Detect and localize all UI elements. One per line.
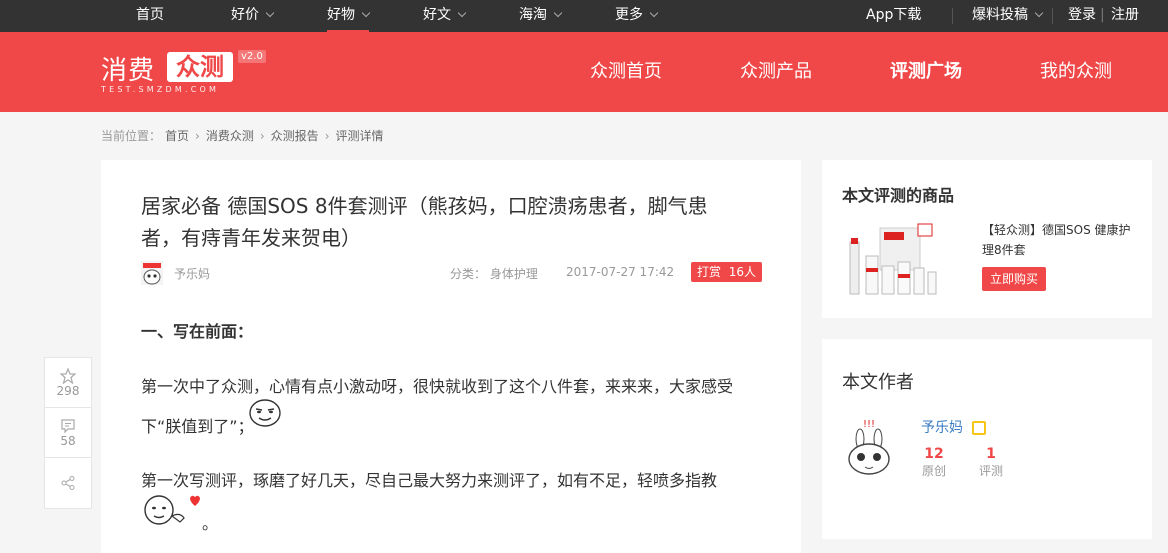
topnav-haitao[interactable]: 海淘: [519, 0, 563, 32]
author-card: 本文作者 !!! 予乐妈 12 原创 1 评测: [822, 339, 1152, 539]
comment-button[interactable]: 58: [45, 408, 91, 458]
divider: [952, 8, 953, 24]
chevron-down-icon: [265, 8, 275, 18]
original-count-stat[interactable]: 12 原创: [922, 445, 946, 479]
share-button[interactable]: [45, 458, 91, 508]
article-title: 居家必备 德国SOS 8件套测评（熊孩妈，口腔溃疡患者，脚气患者，有痔青年发来贺…: [141, 194, 708, 250]
topnav-home[interactable]: 首页: [136, 0, 164, 32]
author-name[interactable]: 予乐妈: [174, 265, 210, 282]
author-avatar-large[interactable]: !!!: [842, 415, 896, 477]
chevron-down-icon: [361, 8, 371, 18]
divider: |: [1100, 7, 1105, 23]
breadcrumb: 当前位置： 首页 › 消费众测 › 众测报告 › 评测详情: [101, 127, 384, 144]
divider: [1052, 8, 1053, 24]
side-toolbar: 298 58: [44, 357, 92, 509]
buy-now-button[interactable]: 立即购买: [982, 267, 1046, 291]
author-card-title: 本文作者: [842, 372, 914, 393]
topnav-goods[interactable]: 好物: [327, 0, 371, 32]
chevron-right-icon: ›: [259, 128, 265, 143]
chevron-down-icon: [553, 8, 563, 18]
author-name-link[interactable]: 予乐妈: [921, 417, 963, 437]
article-meta: 予乐妈 分类： 身体护理 2017-07-27 17:42 打赏 16人: [141, 261, 762, 285]
chevron-right-icon: ›: [195, 128, 200, 143]
review-count-stat[interactable]: 1 评测: [979, 445, 1003, 479]
star-icon: [60, 367, 76, 384]
author-badge-icon: [972, 421, 986, 435]
submit-tip-link[interactable]: 爆料投稿: [972, 0, 1044, 32]
publish-date: 2017-07-27 17:42: [566, 265, 675, 279]
comment-icon: [61, 418, 75, 433]
paragraph-line: 第一次中了众测，心情有点小激动呀，很快就收到了这个八件套，来来来，大家感受: [141, 377, 734, 396]
breadcrumb-current: 评测详情: [335, 129, 384, 143]
product-image[interactable]: [846, 222, 941, 298]
paragraph-end: 。: [202, 514, 219, 533]
favorite-button[interactable]: 298: [45, 358, 91, 408]
reward-button[interactable]: 打赏 16人: [691, 262, 762, 282]
login-link[interactable]: 登录: [1068, 0, 1096, 32]
share-icon: [61, 476, 75, 490]
nav-my-zhongce[interactable]: 我的众测: [1040, 32, 1112, 112]
smug-face-emoji: [249, 399, 281, 427]
nav-zhongce-products[interactable]: 众测产品: [740, 32, 812, 112]
topnav-deals[interactable]: 好价: [231, 0, 275, 32]
chevron-down-icon: [1034, 8, 1044, 18]
nav-zhongce-home[interactable]: 众测首页: [590, 32, 662, 112]
article-card: 居家必备 德国SOS 8件套测评（熊孩妈，口腔溃疡患者，脚气患者，有痔青年发来贺…: [101, 160, 801, 553]
product-card: 本文评测的商品 【轻众测】德国SOS 健康护理8件套 立即购买: [822, 160, 1152, 318]
author-avatar[interactable]: [141, 261, 163, 285]
nav-review-square[interactable]: 评测广场: [890, 32, 962, 112]
breadcrumb-reports[interactable]: 众测报告: [271, 127, 319, 144]
app-download-link[interactable]: App下载: [866, 0, 921, 32]
product-name[interactable]: 【轻众测】德国SOS 健康护理8件套: [982, 220, 1142, 260]
top-bar: 首页 好价 好物 好文 海淘 更多 App下载 爆料投稿 登录 | 注册: [0, 0, 1168, 32]
register-link[interactable]: 注册: [1111, 0, 1139, 32]
topnav-articles[interactable]: 好文: [423, 0, 467, 32]
chevron-down-icon: [649, 8, 659, 18]
svg-text:!!!: !!!: [863, 419, 875, 430]
topnav-more[interactable]: 更多: [615, 0, 659, 32]
product-card-title: 本文评测的商品: [842, 186, 955, 205]
paragraph-line: 第一次写测评，琢磨了好几天，尽自己最大努力来测评了，如有不足，轻喷多指教: [141, 471, 718, 490]
chevron-down-icon: [457, 8, 467, 18]
paragraph-line: 下“朕值到了”；: [141, 417, 254, 436]
breadcrumb-zhongce[interactable]: 消费众测: [206, 127, 254, 144]
breadcrumb-home[interactable]: 首页: [165, 127, 189, 144]
love-face-emoji: [144, 495, 200, 525]
site-header: 消费 众测 v2.0 TEST.SMZDM.COM 众测首页 众测产品 评测广场…: [0, 32, 1168, 112]
article-category: 分类： 身体护理: [450, 267, 538, 281]
section-heading: 一、写在前面：: [141, 322, 254, 341]
chevron-right-icon: ›: [324, 128, 330, 143]
